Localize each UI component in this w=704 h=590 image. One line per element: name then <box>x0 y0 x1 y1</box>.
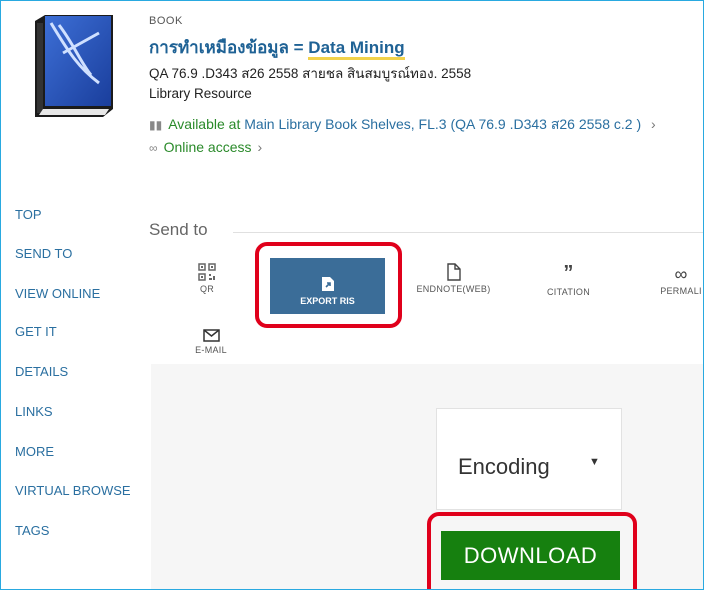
availability-location: Main Library Book Shelves, FL.3 (QA 76.9… <box>244 116 642 132</box>
permalink-label: PERMALI <box>660 286 702 296</box>
permalink-action[interactable]: ∞ PERMALI <box>646 264 703 296</box>
qr-code-icon <box>198 263 216 281</box>
nav-item-tags[interactable]: TAGS <box>15 523 49 538</box>
call-number-line: QA 76.9 .D343 ส26 2558 สายชล สินสมบูรณ์ท… <box>149 66 472 81</box>
record-title[interactable]: การทำเหมืองข้อมูล = Data Mining <box>149 34 405 61</box>
download-highlight <box>427 512 637 589</box>
doc-type-label: BOOK <box>149 15 183 27</box>
caret-down-icon: ▼ <box>589 456 600 468</box>
online-access-label: Online access <box>163 139 252 155</box>
nav-item-more[interactable]: MORE <box>15 444 54 459</box>
document-icon <box>446 263 461 281</box>
online-access-link[interactable]: ∞ Online access › <box>149 139 262 155</box>
email-action[interactable]: E-MAIL <box>191 329 231 355</box>
qr-label: QR <box>199 284 215 294</box>
nav-item-virtual-browse[interactable]: VIRTUAL BROWSE <box>15 483 131 498</box>
email-label: E-MAIL <box>195 345 227 355</box>
nav-item-send-to[interactable]: SEND TO <box>15 246 72 261</box>
send-to-divider <box>233 232 703 233</box>
encoding-select[interactable]: Encoding ▼ <box>436 408 622 510</box>
availability-line[interactable]: ▮▮ Available at Main Library Book Shelves… <box>149 114 656 136</box>
endnote-web-action[interactable]: ENDNOTE(WEB) <box>406 263 501 294</box>
title-thai: การทำเหมืองข้อมูล = <box>149 38 309 57</box>
endnote-web-label: ENDNOTE(WEB) <box>416 284 491 294</box>
shelf-icon: ▮▮ <box>149 118 163 132</box>
nav-item-links[interactable]: LINKS <box>15 404 53 419</box>
export-ris-highlight <box>255 242 402 328</box>
nav-item-details[interactable]: DETAILS <box>15 364 68 379</box>
permalink-icon: ∞ <box>674 264 688 284</box>
qr-action[interactable]: QR <box>184 263 230 294</box>
availability-status: Available at <box>168 116 241 132</box>
record-frame: BOOK การทำเหมืองข้อมูล = Data Mining QA … <box>0 0 704 590</box>
nav-item-top[interactable]: TOP <box>15 207 42 222</box>
book-thumbnail <box>35 15 113 117</box>
citation-label: CITATION <box>546 287 591 297</box>
nav-item-view-online[interactable]: VIEW ONLINE <box>15 286 100 301</box>
chevron-right-icon: › <box>651 116 656 132</box>
resource-type: Library Resource <box>149 86 252 101</box>
title-english: Data Mining <box>308 38 405 60</box>
quote-icon: ” <box>563 262 574 284</box>
citation-action[interactable]: ” CITATION <box>531 262 606 297</box>
chevron-right-icon: › <box>257 139 263 155</box>
envelope-icon <box>202 329 220 342</box>
nav-item-get-it[interactable]: GET IT <box>15 324 57 339</box>
link-icon: ∞ <box>149 141 158 155</box>
encoding-label: Encoding <box>458 454 550 479</box>
send-to-heading: Send to <box>149 220 208 239</box>
